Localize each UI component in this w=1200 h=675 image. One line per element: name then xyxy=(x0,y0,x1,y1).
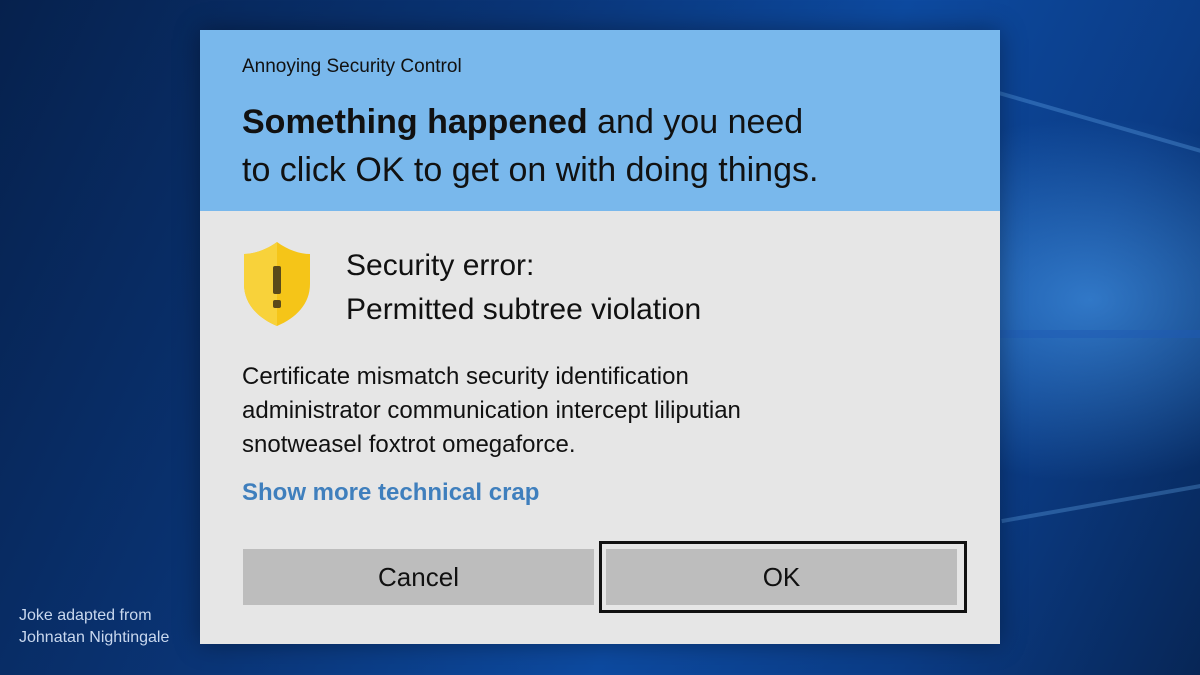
credit-line-2: Johnatan Nightingale xyxy=(19,629,170,646)
wallpaper-light-beam xyxy=(984,87,1200,157)
error-title-line-2: Permitted subtree violation xyxy=(346,293,702,326)
error-title-line-1: Security error: xyxy=(346,249,535,282)
dialog-app-name: Annoying Security Control xyxy=(242,56,462,77)
headline-bold-text: Something happened xyxy=(242,103,588,141)
description-line-2: administrator communication intercept li… xyxy=(242,397,741,424)
show-more-link[interactable]: Show more technical crap xyxy=(242,479,539,507)
ok-button[interactable]: OK xyxy=(606,549,957,605)
description-line-3: snotweasel foxtrot omegaforce. xyxy=(242,431,576,458)
wallpaper-light-beam xyxy=(1001,480,1200,524)
error-description: Certificate mismatch security identifica… xyxy=(242,360,882,462)
dialog-headline: Something happened and you need to click… xyxy=(242,98,942,194)
credit-caption: Joke adapted from Johnatan Nightingale xyxy=(19,605,169,649)
error-title: Security error: Permitted subtree violat… xyxy=(346,244,701,332)
headline-text: and you need xyxy=(587,103,804,141)
cancel-button[interactable]: Cancel xyxy=(243,549,594,605)
wallpaper-light-beam xyxy=(1000,330,1200,338)
shield-warning-icon xyxy=(244,242,310,326)
dialog-header: Annoying Security Control Something happ… xyxy=(200,30,1000,211)
credit-line-1: Joke adapted from xyxy=(19,607,152,624)
headline-text-line-2: to click OK to get on with doing things. xyxy=(242,151,819,189)
security-dialog: Annoying Security Control Something happ… xyxy=(200,30,1000,644)
description-line-1: Certificate mismatch security identifica… xyxy=(242,363,689,390)
